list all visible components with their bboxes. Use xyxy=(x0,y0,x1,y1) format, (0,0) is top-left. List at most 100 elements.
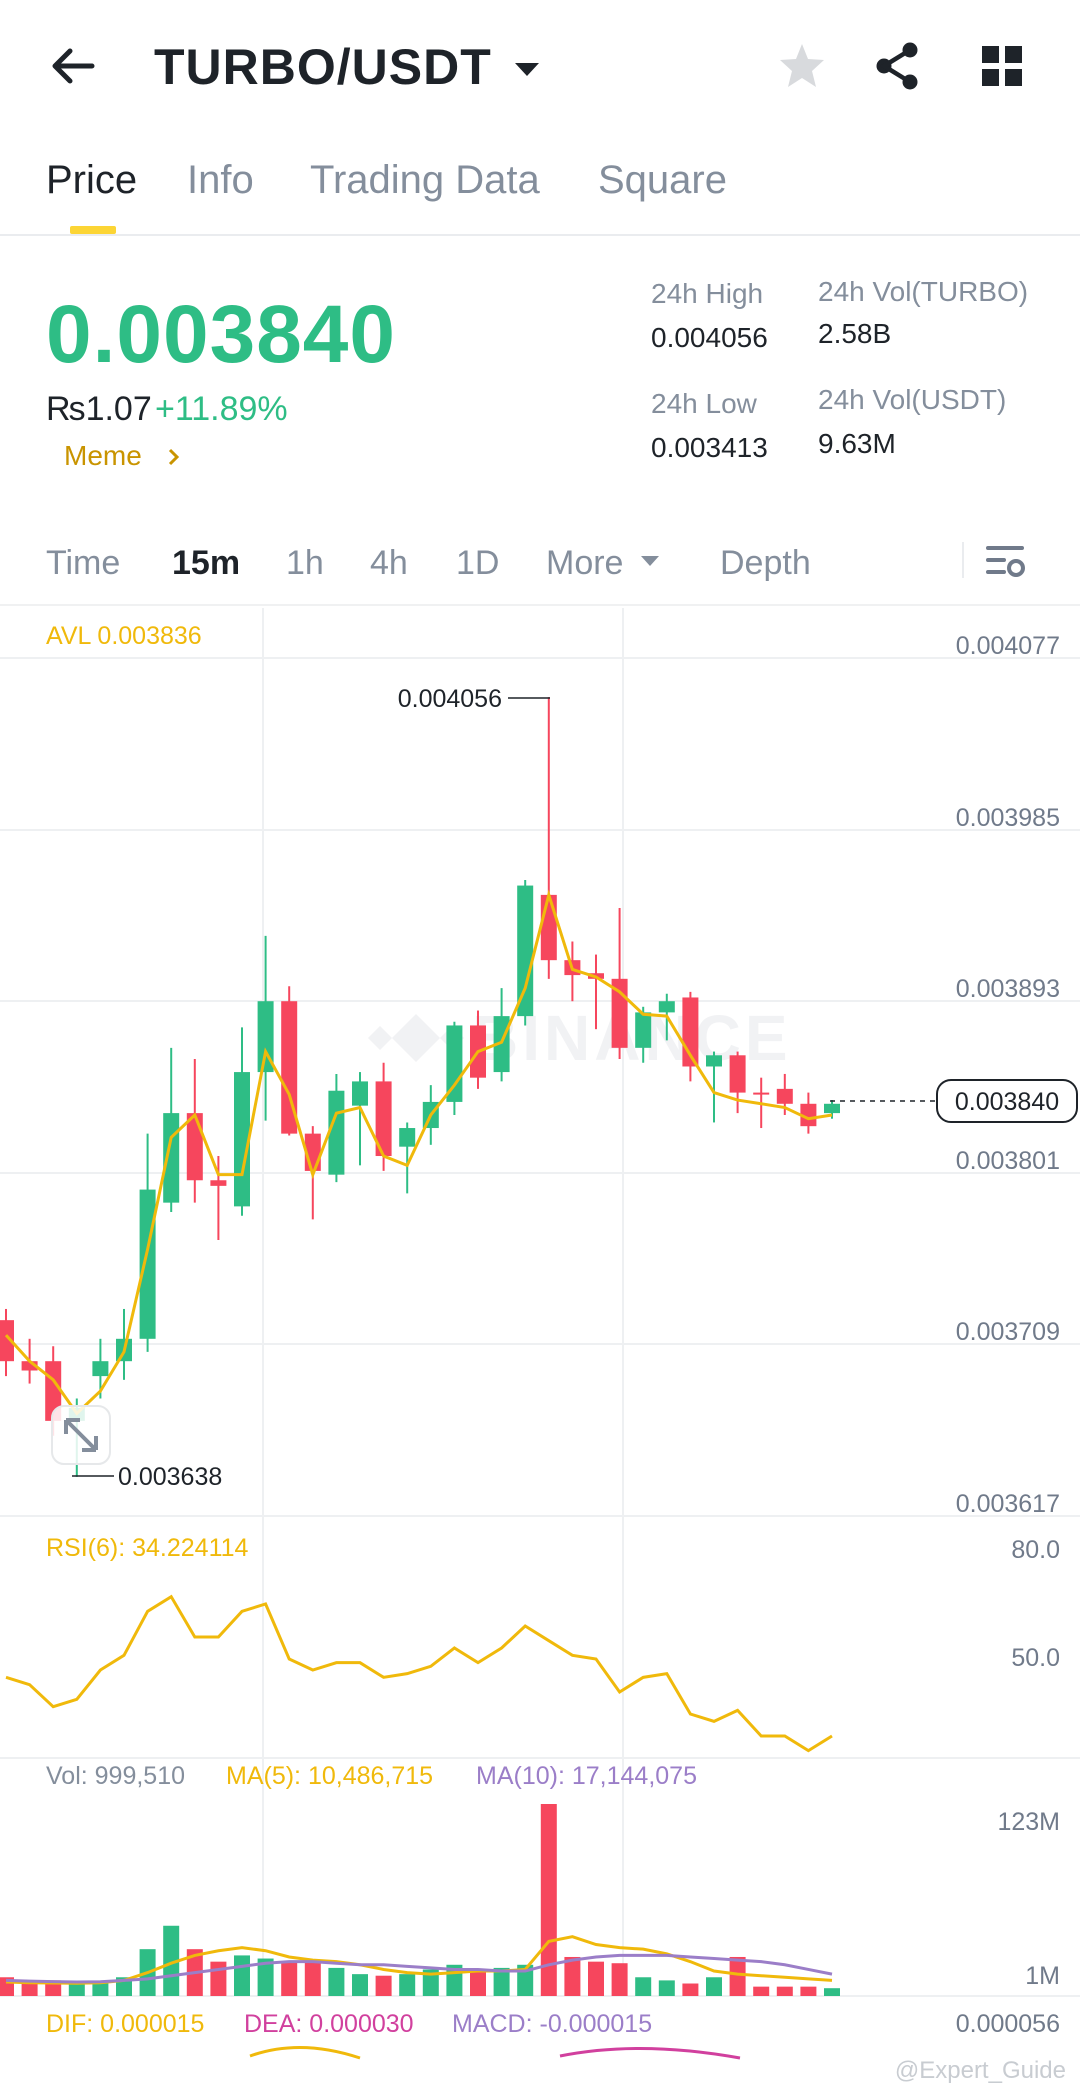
candle-body xyxy=(540,894,557,961)
interval-more[interactable]: More xyxy=(546,544,623,583)
macd-dea-line xyxy=(559,2047,741,2060)
volume-ma10-label: MA(10): 17,144,075 xyxy=(476,1762,697,1790)
tab-trading-data[interactable]: Trading Data xyxy=(310,158,540,203)
pair-title[interactable]: TURBO/USDT xyxy=(154,38,492,96)
price-change: +11.89% xyxy=(155,390,288,428)
back-arrow-icon[interactable] xyxy=(44,36,104,96)
price-axis-label: 0.003801 xyxy=(956,1147,1060,1175)
volume-bar xyxy=(611,1963,628,1996)
caret-down-icon[interactable] xyxy=(512,54,542,84)
tab-price[interactable]: Price xyxy=(46,158,137,203)
avl-label: AVL 0.003836 xyxy=(46,622,202,650)
divider xyxy=(962,542,964,578)
price-axis-label: 0.003617 xyxy=(956,1490,1060,1518)
volume-bar xyxy=(706,1977,722,1996)
candlestick-chart[interactable]: BINANCE 0.004077 0.003985 0.003893 0.003… xyxy=(0,608,1080,2092)
volume-axis-label: 1M xyxy=(1025,1962,1060,1990)
candle-body xyxy=(92,1361,109,1377)
last-price: 0.003840 xyxy=(46,289,397,380)
macd-dif-label: DIF: 0.000015 xyxy=(46,2010,204,2038)
volume-bar xyxy=(68,1983,85,1996)
volume-bar xyxy=(234,1955,250,1996)
interval-bar: Time 15m 1h 4h 1D More Depth xyxy=(0,530,1080,606)
macd-dea-label: DEA: 0.000030 xyxy=(244,2010,414,2038)
price-axis-label: 0.003985 xyxy=(956,804,1060,832)
volume-bar xyxy=(800,1986,817,1996)
rsi-axis-label: 50.0 xyxy=(1011,1644,1060,1672)
candle-body xyxy=(328,1090,345,1175)
tab-square[interactable]: Square xyxy=(598,158,727,203)
category-tag[interactable]: Meme xyxy=(64,440,142,472)
interval-15m[interactable]: 15m xyxy=(172,544,240,583)
candle-body xyxy=(186,1113,203,1181)
volume-bar xyxy=(470,1971,486,1996)
volume-bar xyxy=(21,1983,38,1996)
volume-bar xyxy=(658,1980,675,1996)
expand-chart-button[interactable] xyxy=(51,1405,111,1465)
share-icon[interactable] xyxy=(870,38,926,94)
candle-body xyxy=(753,1092,770,1095)
volume-bar xyxy=(588,1961,604,1996)
vol-quote-label: 24h Vol(USDT) xyxy=(818,384,1007,415)
vol-base-label: 24h Vol(TURBO) xyxy=(818,276,1029,307)
high-label: 24h High xyxy=(651,278,764,309)
volume-bar xyxy=(682,1983,699,1996)
interval-4h[interactable]: 4h xyxy=(370,544,408,583)
rsi-line xyxy=(5,1594,833,1753)
interval-depth[interactable]: Depth xyxy=(720,544,811,583)
volume-bar xyxy=(281,1961,298,1996)
interval-1h[interactable]: 1h xyxy=(286,544,324,583)
star-icon[interactable] xyxy=(774,38,830,94)
rsi-axis-label: 80.0 xyxy=(1011,1536,1060,1564)
rsi-label: RSI(6): 34.224114 xyxy=(46,1534,249,1562)
watermark: BINANCE xyxy=(368,1002,788,1074)
candle-body xyxy=(210,1180,227,1186)
volume-bar xyxy=(564,1956,581,1996)
volume-bar xyxy=(304,1961,321,1996)
volume-bar xyxy=(776,1986,793,1996)
volume-bar xyxy=(753,1986,770,1996)
volume-ma5-label: MA(5): 10,486,715 xyxy=(226,1762,433,1790)
volume-bar xyxy=(729,1956,746,1996)
current-price-label: 0.003840 xyxy=(955,1088,1059,1116)
candle-body xyxy=(139,1189,156,1339)
tab-info[interactable]: Info xyxy=(187,158,254,203)
macd-axis-label: 0.000056 xyxy=(956,2010,1060,2038)
low-value: 0.003413 xyxy=(651,432,768,463)
candle-body xyxy=(352,1081,368,1106)
volume-label: Vol: 999,510 xyxy=(46,1762,185,1790)
candle-body xyxy=(824,1103,840,1114)
candle-body xyxy=(658,1001,675,1013)
high-marker-label: 0.004056 xyxy=(398,685,502,713)
credit-watermark: @Expert_Guide xyxy=(895,2057,1066,2084)
active-tab-indicator xyxy=(70,226,116,234)
chevron-right-icon[interactable] xyxy=(164,444,184,470)
candle-body xyxy=(399,1128,416,1147)
price-axis-label: 0.004077 xyxy=(956,632,1060,660)
interval-1d[interactable]: 1D xyxy=(456,544,499,583)
volume-bar xyxy=(399,1974,416,1996)
chart-settings-icon[interactable] xyxy=(984,540,1028,584)
volume-axis-label: 123M xyxy=(997,1808,1060,1836)
price-axis-label: 0.003893 xyxy=(956,975,1060,1003)
candle-body xyxy=(517,885,534,1017)
candle-body xyxy=(635,1012,652,1048)
candle-body xyxy=(729,1055,746,1093)
candle-body xyxy=(706,1055,722,1067)
candle-body xyxy=(776,1088,793,1104)
volume-bar xyxy=(352,1974,368,1996)
price-axis-label: 0.003709 xyxy=(956,1318,1060,1346)
high-value: 0.004056 xyxy=(651,322,768,353)
caret-down-icon[interactable] xyxy=(640,554,660,568)
interval-time[interactable]: Time xyxy=(46,544,120,583)
grid-icon[interactable] xyxy=(974,38,1030,94)
fiat-price: ₨1.07 xyxy=(46,390,152,428)
vol-base-value: 2.58B xyxy=(818,318,892,349)
avl-line xyxy=(4,889,833,1416)
volume-bar xyxy=(635,1977,652,1996)
low-marker-label: 0.003638 xyxy=(118,1463,222,1491)
volume-bar xyxy=(375,1975,392,1996)
macd-value-label: MACD: -0.000015 xyxy=(452,2010,652,2038)
low-label: 24h Low xyxy=(651,388,757,419)
volume-ma5-line xyxy=(5,1935,833,1985)
